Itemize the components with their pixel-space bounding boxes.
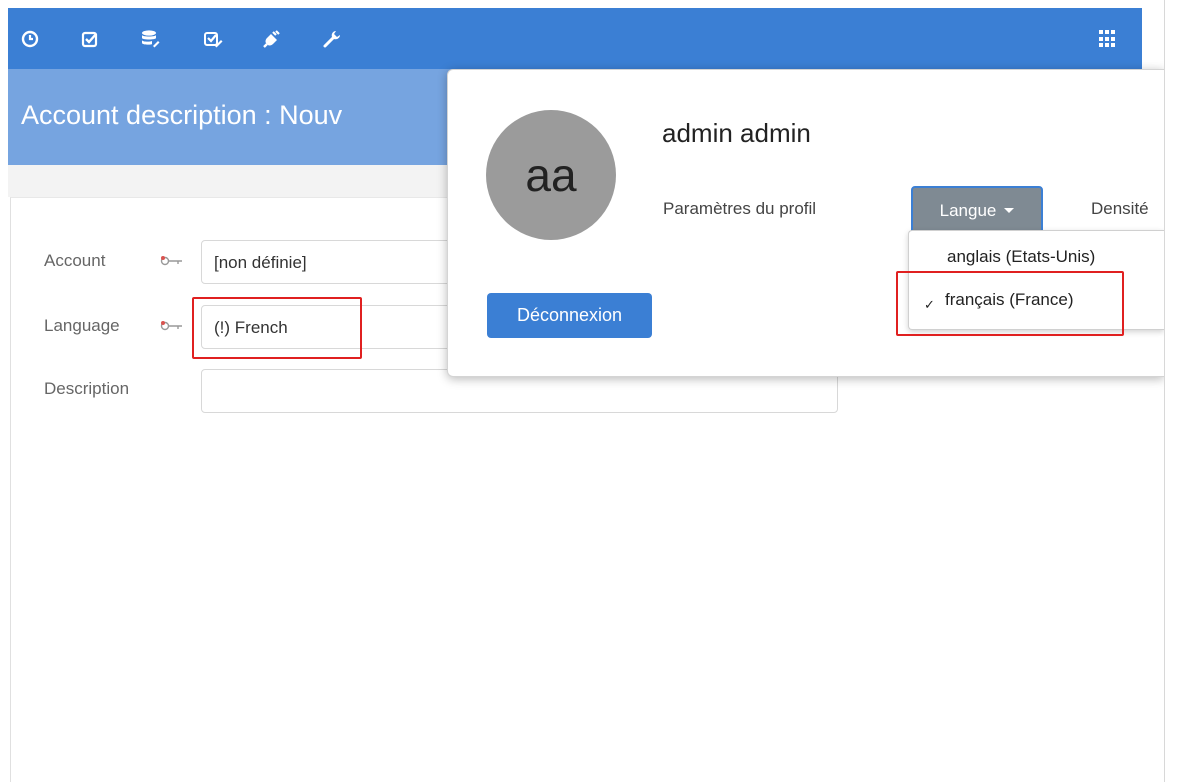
density-label[interactable]: Densité [1091, 199, 1149, 219]
clock-icon[interactable] [19, 28, 41, 50]
wrench-icon[interactable] [321, 28, 343, 50]
language-label: Language [44, 316, 120, 335]
logout-button[interactable]: Déconnexion [487, 293, 652, 338]
key-icon [160, 256, 182, 266]
avatar[interactable]: aa [486, 110, 616, 240]
apps-grid-icon[interactable] [1099, 30, 1117, 48]
top-toolbar [8, 8, 1142, 69]
checkbox-icon[interactable] [79, 28, 101, 50]
language-dropdown-button[interactable]: Langue [911, 186, 1043, 235]
language-field-highlight [192, 297, 362, 359]
account-label: Account [44, 251, 106, 270]
description-label: Description [44, 379, 130, 398]
account-field[interactable]: [non définie] [201, 240, 461, 284]
menu-item-english[interactable]: anglais (Etats-Unis) [947, 247, 1095, 267]
user-name: admin admin [662, 118, 811, 148]
right-margin [1164, 0, 1177, 782]
language-button-label: Langue [939, 200, 997, 220]
checklist-edit-icon[interactable] [202, 28, 224, 50]
caret-down-icon [1004, 208, 1015, 213]
database-edit-icon[interactable] [139, 28, 161, 50]
key-icon [160, 321, 182, 331]
french-option-highlight [896, 271, 1124, 336]
page-title: Account description : Nouv [21, 100, 343, 130]
plug-icon[interactable] [261, 28, 283, 50]
profile-settings-label: Paramètres du profil [663, 199, 817, 218]
